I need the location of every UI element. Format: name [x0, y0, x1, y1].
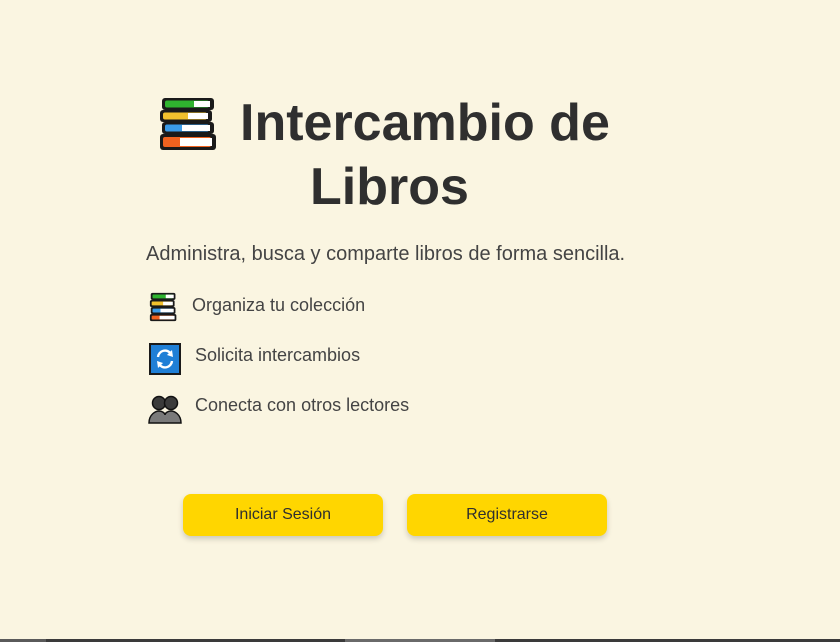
page-subtitle: Administra, busca y comparte libros de f…	[146, 243, 626, 265]
page-title: Intercambio de Libros	[146, 92, 686, 222]
feature-label: Solicita intercambios	[195, 345, 361, 365]
feature-item-connect: Conecta con otros lectores	[148, 390, 568, 440]
feature-label: Conecta con otros lectores	[195, 395, 410, 415]
login-button[interactable]: Iniciar Sesión	[183, 494, 383, 536]
books-icon	[149, 292, 177, 322]
feature-item-exchange: Solicita intercambios	[148, 340, 568, 390]
title-line-1: Intercambio de	[240, 94, 610, 152]
feature-label: Organiza tu colección	[192, 295, 366, 315]
hero-header: Intercambio de Libros	[146, 92, 706, 222]
arrows-counterclockwise-icon	[149, 343, 181, 375]
feature-list: Organiza tu colección Solicita intercamb…	[148, 290, 568, 440]
title-line-2: Libros	[310, 158, 469, 216]
people-silhouette-icon	[148, 395, 182, 424]
books-icon	[160, 98, 216, 150]
register-button[interactable]: Registrarse	[407, 494, 607, 536]
feature-item-organize: Organiza tu colección	[148, 290, 568, 340]
